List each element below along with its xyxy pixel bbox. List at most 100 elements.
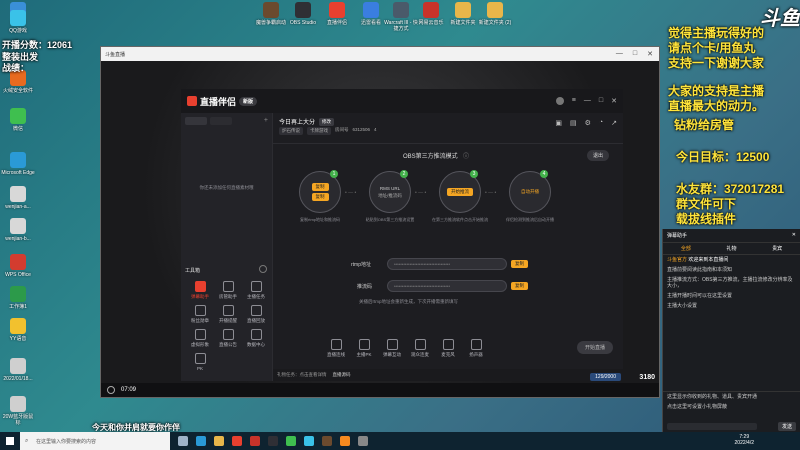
edge-icon[interactable] bbox=[196, 436, 206, 446]
toolbox-item[interactable]: 开播提醒 bbox=[215, 305, 241, 324]
desktop-icon[interactable]: 20W蓝牙版鼠标 bbox=[1, 396, 35, 426]
toolbox-item[interactable]: 数据中心 bbox=[243, 329, 269, 348]
edit-title-button[interactable]: 修改 bbox=[319, 117, 335, 126]
toolbox-item[interactable]: 直播回放 bbox=[243, 305, 269, 324]
maximize-icon[interactable]: □ bbox=[633, 50, 637, 58]
desktop-icon[interactable]: 工作簿1 bbox=[1, 286, 35, 310]
desktop-app-icon bbox=[487, 2, 503, 18]
desktop-app-icon bbox=[10, 286, 26, 302]
toolbox-item[interactable]: 直播公告 bbox=[215, 329, 241, 348]
toolbox-item[interactable]: 粉丝勋章 bbox=[187, 305, 213, 324]
source-tab-2[interactable] bbox=[210, 117, 232, 125]
qq-icon[interactable] bbox=[304, 436, 314, 446]
copy-key-button[interactable]: 复制 bbox=[511, 282, 528, 290]
chat-close-icon[interactable]: ✕ bbox=[792, 232, 796, 239]
explorer-icon[interactable] bbox=[214, 436, 224, 446]
app-maximize-icon[interactable]: □ bbox=[599, 97, 603, 105]
toolbox-item[interactable]: 虚拟形象 bbox=[187, 329, 213, 348]
category-tag[interactable]: 炉石传说 bbox=[279, 127, 303, 135]
desktop-icon[interactable]: QQ游戏 bbox=[1, 10, 35, 34]
toolbox-item[interactable]: PK bbox=[187, 353, 213, 371]
subcategory-tag[interactable]: 卡牌游戏 bbox=[307, 127, 331, 135]
menu-icon[interactable]: ≡ bbox=[572, 97, 576, 105]
settings-icon[interactable]: ⚙ bbox=[585, 119, 591, 127]
app-close-icon[interactable]: ✕ bbox=[611, 97, 617, 105]
obs-icon[interactable] bbox=[268, 436, 278, 446]
bell-icon[interactable]: ◔ bbox=[599, 119, 603, 127]
chat-tab[interactable]: 全部 bbox=[681, 245, 691, 252]
copy-rtmp-button[interactable]: 复制 bbox=[511, 260, 528, 268]
rtmp-field[interactable]: ************************************ bbox=[387, 258, 507, 270]
step-title: 开始推流 bbox=[447, 188, 473, 196]
rtmp-label: rtmp地址 bbox=[351, 262, 372, 268]
bottom-tool[interactable]: 弹幕互动 bbox=[379, 339, 405, 358]
app-minimize-icon[interactable]: — bbox=[584, 97, 591, 105]
source-tab[interactable] bbox=[185, 117, 207, 125]
desktop-icon[interactable]: WPS Office bbox=[1, 254, 35, 278]
warcraft-icon[interactable] bbox=[322, 436, 332, 446]
desktop-icon[interactable]: 直播伴侣 bbox=[320, 2, 354, 26]
desktop-icon[interactable]: Microsoft Edge bbox=[1, 152, 35, 176]
bottom-tool[interactable]: 直播连线 bbox=[323, 339, 349, 358]
version-badge: 新版 bbox=[239, 96, 258, 106]
step-title: 复制 bbox=[311, 183, 329, 191]
desktop-icon[interactable]: wenjian-a... bbox=[1, 186, 35, 210]
gift-icon[interactable]: ▣ bbox=[555, 119, 562, 127]
bottom-tool[interactable]: 麦克风 bbox=[435, 339, 461, 358]
desktop-icon[interactable]: Warcraft III - 快捷方式 bbox=[384, 2, 418, 32]
desktop-icon[interactable]: 微信 bbox=[1, 108, 35, 132]
desktop-icon[interactable]: 魔兽争霸启动 bbox=[254, 2, 288, 26]
tool-icon bbox=[222, 281, 234, 292]
desktop-icon[interactable]: 新建文件夹 bbox=[446, 2, 480, 26]
stream-key-field[interactable]: ************************************ bbox=[387, 280, 507, 292]
share-icon[interactable]: ↗ bbox=[611, 119, 617, 127]
start-stream-button[interactable]: 开始直播 bbox=[576, 341, 613, 354]
exit-button[interactable]: 退出 bbox=[586, 150, 609, 161]
footer-link[interactable]: 直播源码 bbox=[333, 372, 351, 378]
task-view-icon[interactable] bbox=[178, 436, 188, 446]
wechat-icon[interactable] bbox=[286, 436, 296, 446]
toolbox-more-icon[interactable] bbox=[259, 265, 267, 273]
step-number: 1 bbox=[330, 170, 338, 178]
desktop-icon[interactable]: wenjian-b... bbox=[1, 218, 35, 242]
chat-input[interactable] bbox=[667, 423, 757, 430]
chat-tab[interactable]: 礼物 bbox=[726, 245, 736, 252]
settings-icon[interactable] bbox=[358, 436, 368, 446]
tool-icon bbox=[250, 329, 262, 340]
desktop-icon[interactable]: OBS Studio bbox=[286, 2, 320, 26]
desktop-icon[interactable]: 新建文件夹 (2) bbox=[478, 2, 512, 26]
desktop-icon[interactable]: YY语音 bbox=[1, 318, 35, 342]
toolbox-item[interactable]: 主播任务 bbox=[243, 281, 269, 300]
search-placeholder: 在这里输入你要搜索的内容 bbox=[36, 438, 97, 445]
taskbar-clock[interactable]: 7:29 2022/4/2 bbox=[735, 434, 754, 446]
shop-icon[interactable]: ▤ bbox=[570, 119, 577, 127]
douyu-icon[interactable] bbox=[340, 436, 350, 446]
toolbox-item[interactable]: 房管助手 bbox=[215, 281, 241, 300]
desktop-icon[interactable]: 网易云音乐 bbox=[414, 2, 448, 26]
windows-start-icon[interactable] bbox=[6, 437, 14, 445]
window-titlebar: 斗鱼直播 — □ ✕ bbox=[101, 47, 659, 61]
toolbox-item[interactable]: 弹幕助手 bbox=[187, 281, 213, 300]
video-area: 直播伴侣 新版 ≡ — □ ✕ + 你还未添加任何直播素材哦 工具箱 弹幕助手 … bbox=[101, 61, 659, 383]
help-icon[interactable]: ⓘ bbox=[463, 151, 469, 160]
app-main: 今日再上大分 修改 炉石传说 卡牌游戏 房间号 6312506 4 ▣ ▤ ⚙ … bbox=[273, 113, 623, 381]
desktop-icon[interactable]: 2022/01/18... bbox=[1, 358, 35, 382]
desktop-icon[interactable]: 迅雷看看 bbox=[354, 2, 388, 26]
bottom-tool[interactable]: 观众连麦 bbox=[407, 339, 433, 358]
step-title: RMS URL bbox=[379, 185, 401, 191]
live-companion-icon[interactable] bbox=[232, 436, 242, 446]
tool-icon bbox=[250, 305, 262, 316]
minimize-icon[interactable]: — bbox=[616, 50, 623, 58]
play-icon[interactable] bbox=[107, 386, 115, 394]
netease-music-icon[interactable] bbox=[250, 436, 260, 446]
add-source-icon[interactable]: + bbox=[264, 117, 268, 125]
chat-send-button[interactable]: 发送 bbox=[777, 422, 796, 431]
taskbar-search[interactable]: ⌕ 在这里输入你要搜索的内容 bbox=[20, 432, 170, 450]
avatar[interactable] bbox=[555, 97, 564, 105]
chat-tab[interactable]: 贵宾 bbox=[772, 245, 782, 252]
close-icon[interactable]: ✕ bbox=[647, 50, 653, 58]
footer-note: 礼物任务：点击查看详情 bbox=[277, 372, 327, 377]
tool-icon bbox=[250, 281, 262, 292]
bottom-tool[interactable]: 主播PK bbox=[351, 339, 377, 358]
bottom-tool[interactable]: 扬声器 bbox=[463, 339, 489, 358]
